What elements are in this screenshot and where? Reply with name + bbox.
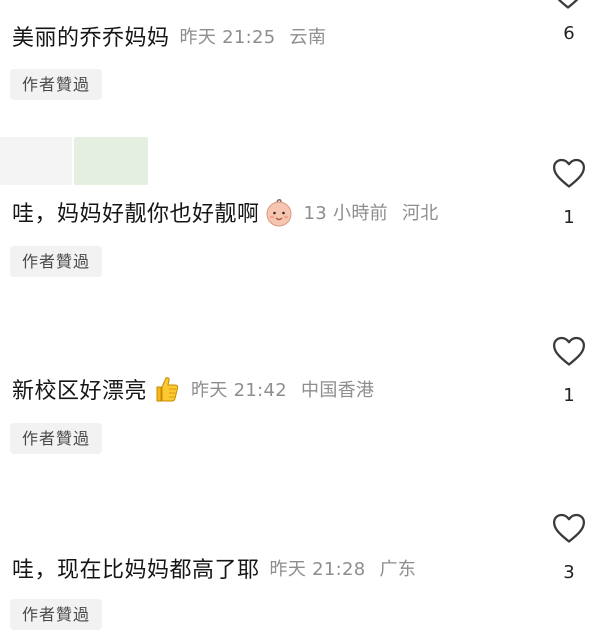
masked-username <box>0 137 72 185</box>
like-area: 1 <box>551 157 587 228</box>
comment-time: 昨天 21:28 <box>269 559 366 580</box>
heart-icon[interactable] <box>552 157 586 189</box>
comment-location: 河北 <box>401 203 439 224</box>
comment-text: 哇，妈妈好靓你也好靓啊 <box>12 202 260 227</box>
comment-text: 哇，现在比妈妈都高了耶 <box>12 558 260 583</box>
comment-meta: 昨天 21:25 云南 <box>180 23 327 49</box>
like-count: 1 <box>563 385 575 406</box>
heart-icon[interactable] <box>551 0 585 10</box>
comment-time: 昨天 21:25 <box>179 27 276 48</box>
comment-text: 美丽的乔乔妈妈 <box>12 26 170 51</box>
comment-location: 云南 <box>289 27 327 48</box>
like-area: 3 <box>551 512 587 583</box>
comment-time: 昨天 21:42 <box>191 380 288 401</box>
thumbs-up-emoji <box>156 377 179 402</box>
like-area: 6 <box>551 23 587 44</box>
comment-time: 13 小時前 <box>303 203 388 224</box>
like-count: 3 <box>563 562 575 583</box>
like-count: 1 <box>563 207 575 228</box>
like-count: 6 <box>563 23 575 44</box>
author-liked-badge: 作者贊過 <box>10 599 103 630</box>
baby-face-emoji <box>266 199 292 227</box>
like-area: 1 <box>551 335 587 406</box>
comment-line: 哇，妈妈好靓你也好靓啊 13 小時前 河北 <box>12 196 439 228</box>
comment-location: 中国香港 <box>301 380 375 401</box>
author-liked-badge: 作者贊過 <box>10 246 103 277</box>
heart-icon[interactable] <box>552 512 586 544</box>
comment-line: 新校区好漂亮 昨天 21:42 中国香港 <box>12 373 374 405</box>
comment-line: 哇，现在比妈妈都高了耶 昨天 21:28 广东 <box>12 552 416 584</box>
comment-meta: 昨天 21:28 广东 <box>270 555 417 581</box>
masked-avatar <box>74 137 148 185</box>
author-liked-badge: 作者贊過 <box>10 423 103 454</box>
comment-text: 新校区好漂亮 <box>12 379 148 404</box>
author-liked-badge: 作者贊過 <box>10 69 103 100</box>
comment-meta: 13 小時前 河北 <box>304 199 439 225</box>
comment-location: 广东 <box>379 559 417 580</box>
comment-meta: 昨天 21:42 中国香港 <box>191 376 374 402</box>
heart-icon[interactable] <box>552 335 586 367</box>
comment-line: 美丽的乔乔妈妈 昨天 21:25 云南 <box>12 20 326 52</box>
